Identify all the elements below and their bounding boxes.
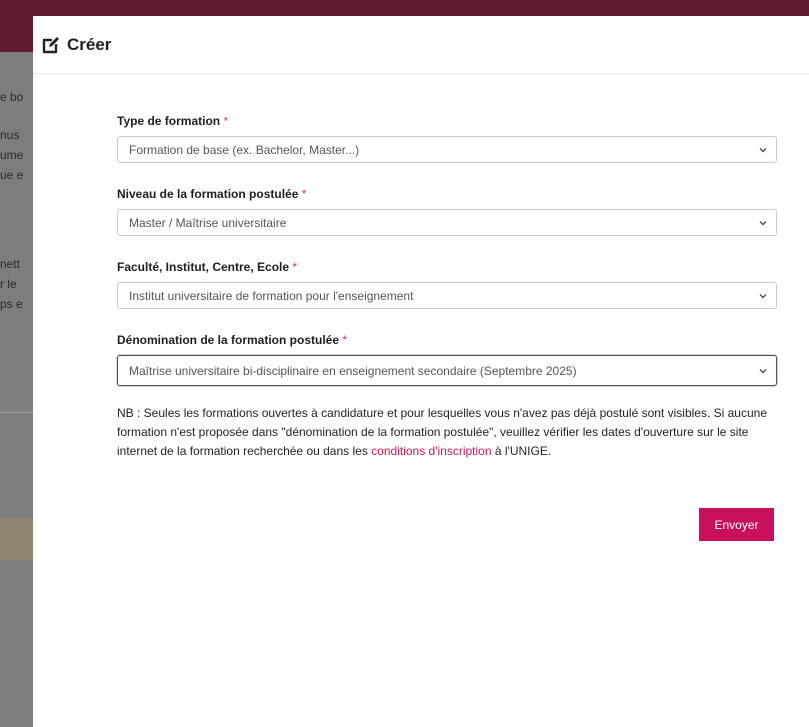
required-marker: * [342, 333, 348, 347]
field-label: Niveau de la formation postulée * [117, 187, 307, 201]
required-marker: * [301, 187, 307, 201]
denomination-select[interactable]: Maîtrise universitaire bi-disciplinaire … [117, 355, 777, 386]
edit-icon [41, 35, 61, 55]
info-note: NB : Seules les formations ouvertes à ca… [117, 406, 767, 458]
chevron-down-icon [759, 221, 767, 226]
background-text: e bo [0, 90, 24, 104]
send-button[interactable]: Envoyer [699, 508, 774, 541]
background-text: nett [0, 257, 21, 271]
select-value: Institut universitaire de formation pour… [129, 288, 414, 303]
field-faculte: Faculté, Institut, Centre, Ecole * Insti… [117, 260, 777, 309]
background-text: r le [0, 277, 17, 291]
field-niveau-formation: Niveau de la formation postulée * Master… [117, 187, 777, 236]
chevron-down-icon [759, 294, 767, 299]
select-value: Master / Maîtrise universitaire [129, 215, 287, 230]
background-text: ume [0, 148, 24, 162]
field-denomination: Dénomination de la formation postulée * … [117, 333, 777, 386]
field-label: Type de formation * [117, 114, 229, 128]
field-type-formation: Type de formation * Formation de base (e… [117, 114, 777, 163]
select-value: Formation de base (ex. Bachelor, Master.… [129, 142, 360, 157]
background-text: ps e [0, 297, 23, 311]
background-text: nus [0, 128, 20, 142]
type-formation-select[interactable]: Formation de base (ex. Bachelor, Master.… [117, 136, 777, 163]
modal-header: Créer [33, 16, 809, 74]
create-modal: Créer Type de formation * Formation de b… [33, 16, 809, 727]
niveau-formation-select[interactable]: Master / Maîtrise universitaire [117, 209, 777, 236]
field-label: Faculté, Institut, Centre, Ecole * [117, 260, 298, 274]
background-text: ue e [0, 168, 24, 182]
background-band [0, 518, 33, 560]
field-label: Dénomination de la formation postulée * [117, 333, 348, 347]
required-marker: * [223, 114, 229, 128]
background-divider [0, 412, 33, 413]
conditions-link[interactable]: conditions d'inscription [371, 444, 491, 458]
required-marker: * [292, 260, 298, 274]
chevron-down-icon [759, 148, 767, 153]
create-form: Type de formation * Formation de base (e… [117, 114, 777, 386]
select-value: Maîtrise universitaire bi-disciplinaire … [129, 363, 577, 378]
modal-title: Créer [67, 34, 112, 54]
faculte-select[interactable]: Institut universitaire de formation pour… [117, 282, 777, 309]
chevron-down-icon [759, 369, 767, 374]
